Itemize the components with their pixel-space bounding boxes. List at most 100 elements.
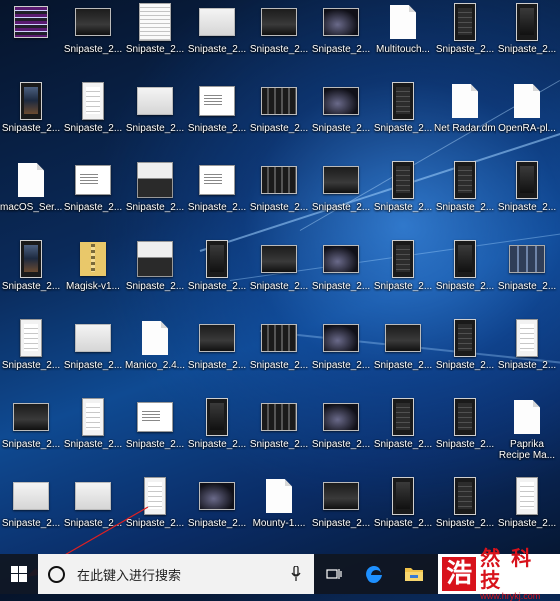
start-button[interactable]	[0, 554, 38, 594]
desktop-icon[interactable]: Snipaste_2...	[124, 79, 186, 158]
desktop-icon[interactable]: Snipaste_2...	[496, 474, 558, 553]
desktop-icon[interactable]: Net Radar.dmg	[434, 79, 496, 158]
desktop-icon[interactable]: Snipaste_2...	[0, 237, 62, 316]
file-thumbnail-icon	[199, 2, 235, 42]
desktop-icon[interactable]: Mounty-1....	[248, 474, 310, 553]
file-explorer-button[interactable]	[394, 554, 434, 594]
desktop-icon[interactable]: Snipaste_2...	[310, 237, 372, 316]
file-thumbnail-icon	[261, 2, 297, 42]
desktop-icon[interactable]: Snipaste_2...	[62, 316, 124, 395]
desktop-icon[interactable]: Snipaste_2...	[372, 316, 434, 395]
desktop-icon[interactable]: Snipaste_2...	[186, 395, 248, 474]
file-preview-image	[144, 477, 166, 515]
desktop-icon[interactable]: Magisk-v1...	[62, 237, 124, 316]
desktop-icon[interactable]: Snipaste_2...	[248, 0, 310, 79]
desktop-icon[interactable]: Snipaste_2...	[310, 79, 372, 158]
file-thumbnail-icon	[199, 397, 235, 437]
desktop-icon[interactable]: Snipaste_2...	[124, 237, 186, 316]
taskbar: 在此键入进行搜索 浩 然 科 技 www.hrykj.com	[0, 547, 560, 601]
file-preview-image	[454, 319, 476, 357]
file-thumbnail-icon	[385, 476, 421, 516]
desktop-icon[interactable]: Snipaste_2...	[372, 474, 434, 553]
desktop-icon[interactable]: Snipaste_2...	[372, 79, 434, 158]
desktop-icon[interactable]: Snipaste_2...	[434, 237, 496, 316]
desktop-icon[interactable]: Snipaste_2...	[186, 474, 248, 553]
file-preview-image	[142, 321, 168, 355]
desktop-icon[interactable]: Snipaste_2...	[186, 158, 248, 237]
desktop-icon-label: Snipaste_2...	[435, 518, 495, 529]
file-thumbnail-icon	[137, 160, 173, 200]
desktop-icon[interactable]: OpenRA-pl...	[496, 79, 558, 158]
desktop-icon[interactable]: Snipaste_2...	[62, 474, 124, 553]
edge-browser-button[interactable]	[354, 554, 394, 594]
desktop-icon[interactable]: Snipaste_2...	[372, 395, 434, 474]
desktop-icon[interactable]: Snipaste_2...	[496, 158, 558, 237]
desktop-icon[interactable]: Snipaste_2...	[124, 158, 186, 237]
desktop-icon[interactable]: Multitouch...	[372, 0, 434, 79]
desktop-icon[interactable]	[0, 0, 62, 79]
file-thumbnail-icon	[509, 2, 545, 42]
desktop-icon-label: Snipaste_2...	[1, 518, 61, 529]
desktop-icon[interactable]: Snipaste_2...	[124, 395, 186, 474]
desktop-icon[interactable]: Snipaste_2...	[310, 0, 372, 79]
desktop-icon[interactable]: Snipaste_2...	[310, 395, 372, 474]
desktop-icon[interactable]: Snipaste_2...	[434, 474, 496, 553]
desktop-icon-label: Multitouch...	[376, 44, 430, 55]
desktop-icon[interactable]: Snipaste_2...	[310, 158, 372, 237]
desktop-icon[interactable]: Snipaste_2...	[124, 0, 186, 79]
search-box[interactable]: 在此键入进行搜索	[38, 554, 314, 594]
desktop-icon[interactable]: Snipaste_2...	[248, 158, 310, 237]
file-preview-image	[516, 3, 538, 41]
desktop-icon[interactable]: Snipaste_2...	[248, 79, 310, 158]
desktop-icon-label: Snipaste_2...	[187, 44, 247, 55]
desktop-icon[interactable]: Snipaste_2...	[62, 395, 124, 474]
desktop-icon[interactable]: Snipaste_2...	[186, 237, 248, 316]
windows-logo-icon	[11, 566, 27, 582]
desktop-icon[interactable]: macOS_Ser...	[0, 158, 62, 237]
file-preview-image	[454, 240, 476, 278]
desktop-icon[interactable]: Snipaste_2...	[0, 395, 62, 474]
desktop-icon[interactable]: Snipaste_2...	[186, 0, 248, 79]
desktop-icon[interactable]: Snipaste_2...	[310, 316, 372, 395]
desktop-icon[interactable]: Snipaste_2...	[496, 237, 558, 316]
desktop-icon[interactable]: Paprika Recipe Ma...	[496, 395, 558, 474]
file-thumbnail-icon	[199, 318, 235, 358]
desktop-icon-label: Snipaste_2...	[373, 518, 433, 529]
desktop-icon[interactable]: Manico_2.4...	[124, 316, 186, 395]
desktop-icon[interactable]: Snipaste_2...	[434, 158, 496, 237]
desktop-icon[interactable]: Snipaste_2...	[496, 0, 558, 79]
file-preview-image	[261, 403, 297, 431]
desktop-icon-label: Snipaste_2...	[125, 281, 185, 292]
desktop-icon[interactable]: Snipaste_2...	[124, 474, 186, 553]
desktop-icon[interactable]: Snipaste_2...	[372, 158, 434, 237]
file-thumbnail-icon	[199, 476, 235, 516]
file-preview-image	[80, 242, 106, 276]
desktop-icon[interactable]: Snipaste_2...	[248, 237, 310, 316]
desktop-icon-label: Snipaste_2...	[187, 518, 247, 529]
desktop-icon[interactable]: Snipaste_2...	[372, 237, 434, 316]
desktop-icon[interactable]: Snipaste_2...	[186, 316, 248, 395]
desktop-icon[interactable]: Snipaste_2...	[62, 158, 124, 237]
file-thumbnail-icon	[447, 318, 483, 358]
file-preview-image	[516, 477, 538, 515]
desktop-icon[interactable]: Snipaste_2...	[0, 79, 62, 158]
desktop-icon[interactable]: Snipaste_2...	[186, 79, 248, 158]
desktop-icon[interactable]: Snipaste_2...	[434, 0, 496, 79]
desktop-icon[interactable]: Snipaste_2...	[248, 395, 310, 474]
desktop-icon[interactable]: Snipaste_2...	[248, 316, 310, 395]
file-thumbnail-icon	[385, 81, 421, 121]
desktop-icon-label: Snipaste_2...	[249, 281, 309, 292]
desktop-icon[interactable]: Snipaste_2...	[62, 0, 124, 79]
desktop-icon[interactable]: Snipaste_2...	[434, 316, 496, 395]
desktop-icon[interactable]: Snipaste_2...	[310, 474, 372, 553]
desktop-icon-label: Snipaste_2...	[1, 439, 61, 450]
desktop-icon[interactable]: Snipaste_2...	[496, 316, 558, 395]
desktop-icon[interactable]: Snipaste_2...	[434, 395, 496, 474]
file-preview-image	[323, 87, 359, 115]
task-view-button[interactable]	[314, 554, 354, 594]
microphone-icon[interactable]	[288, 564, 304, 584]
desktop-icon[interactable]: Snipaste_2...	[0, 316, 62, 395]
file-preview-image	[199, 482, 235, 510]
desktop-icon[interactable]: Snipaste_2...	[62, 79, 124, 158]
desktop-icon[interactable]: Snipaste_2...	[0, 474, 62, 553]
